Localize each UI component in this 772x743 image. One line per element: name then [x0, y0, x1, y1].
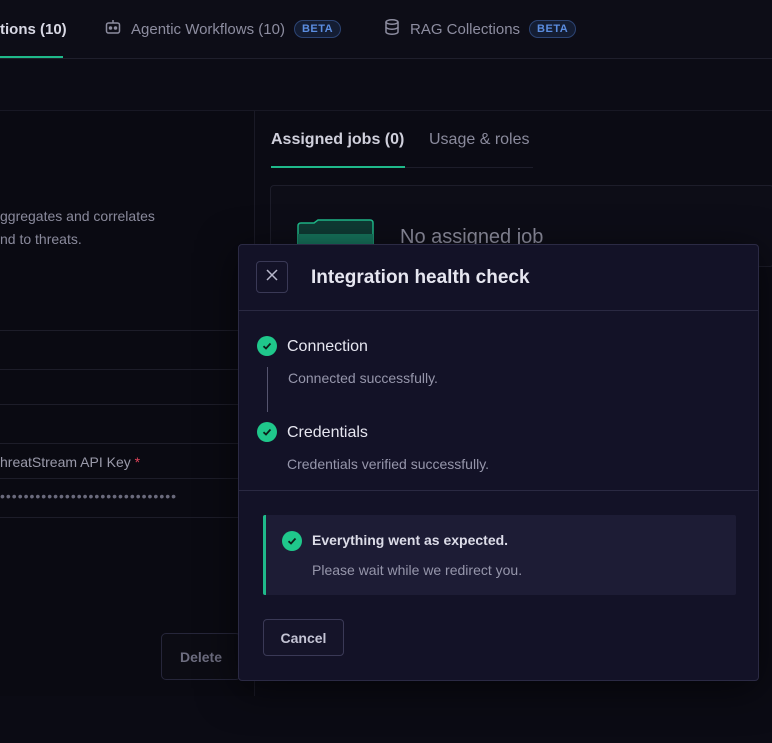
health-check-dialog: Integration health check Connection Conn… — [238, 244, 759, 681]
tab-rag-collections[interactable]: RAG Collections BETA — [383, 0, 577, 58]
check-circle-icon — [257, 336, 277, 356]
divider — [0, 443, 254, 444]
api-key-label-text: hreatStream API Key — [0, 454, 131, 470]
step-description-connection: Connected successfully. — [288, 370, 438, 386]
delete-button[interactable]: Delete — [161, 633, 241, 680]
active-tab-indicator — [271, 166, 405, 168]
database-icon — [383, 18, 401, 40]
cancel-button[interactable]: Cancel — [263, 619, 344, 656]
success-notice: Everything went as expected. Please wait… — [263, 515, 736, 595]
tab-baseline — [405, 167, 533, 168]
divider — [0, 404, 254, 405]
check-circle-icon — [282, 531, 302, 551]
check-circle-icon — [257, 422, 277, 442]
api-key-field[interactable]: •••••••••••••••••••••••••••••• — [0, 488, 232, 504]
divider — [0, 330, 254, 331]
step-title-credentials: Credentials — [287, 424, 368, 441]
dialog-header: Integration health check — [239, 245, 758, 311]
description-line: nd to threats. — [0, 231, 82, 247]
api-key-label: hreatStream API Key * — [0, 454, 140, 470]
tab-agentic-workflows[interactable]: Agentic Workflows (10) BETA — [104, 0, 342, 58]
divider — [0, 369, 254, 370]
notice-title: Everything went as expected. — [312, 532, 509, 548]
dialog-title: Integration health check — [311, 267, 530, 288]
tab-assigned-jobs[interactable]: Assigned jobs (0) — [271, 131, 404, 149]
robot-icon — [104, 18, 122, 40]
tab-usage-roles[interactable]: Usage & roles — [429, 131, 530, 149]
tab-integrations[interactable]: tions (10) — [0, 0, 67, 58]
integration-description: ggregates and correlates nd to threats. — [0, 205, 155, 251]
divider — [0, 478, 254, 479]
close-button[interactable] — [256, 261, 288, 293]
description-line: ggregates and correlates — [0, 208, 155, 224]
close-icon — [266, 268, 278, 286]
step-connector — [267, 367, 268, 412]
notice-description: Please wait while we redirect you. — [312, 562, 523, 578]
top-tab-bar: tions (10) Agentic Workflows (10) BETA R… — [0, 0, 772, 59]
sub-header — [0, 59, 772, 111]
active-tab-indicator — [0, 56, 63, 58]
tab-agentic-workflows-label: Agentic Workflows (10) — [131, 20, 285, 38]
beta-badge: BETA — [529, 20, 577, 38]
beta-badge: BETA — [293, 20, 342, 38]
required-marker: * — [134, 454, 141, 470]
divider — [239, 490, 758, 491]
tab-integrations-label: tions (10) — [0, 20, 67, 38]
step-description-credentials: Credentials verified successfully. — [287, 456, 490, 472]
tab-rag-collections-label: RAG Collections — [410, 20, 521, 38]
step-title-connection: Connection — [287, 338, 368, 355]
divider — [0, 517, 254, 518]
